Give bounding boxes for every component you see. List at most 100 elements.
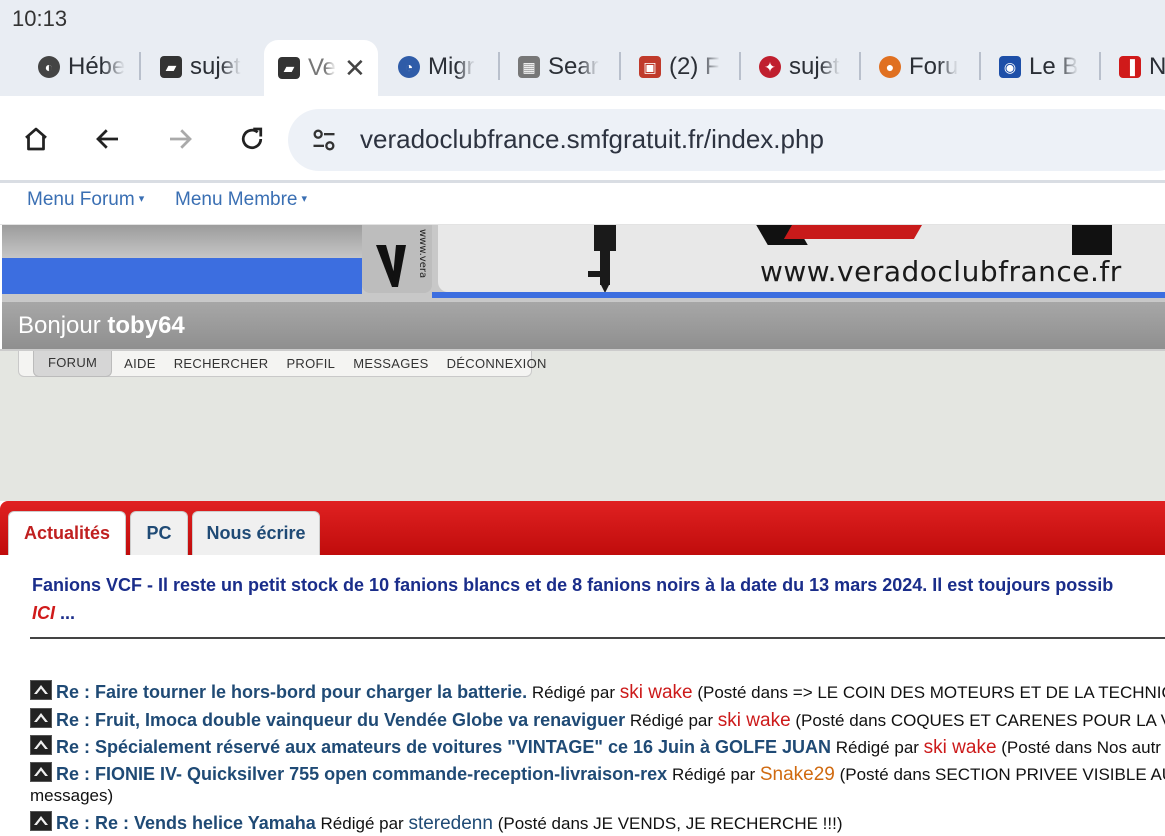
tab-pc[interactable]: PC — [130, 511, 188, 555]
status-bar: 10:13 — [0, 0, 1165, 38]
browser-tab[interactable]: ◐ Hébe — [38, 46, 128, 88]
forum-nav: FORUM AIDE RECHERCHER PROFIL MESSAGES DÉ… — [18, 350, 546, 377]
nav-rechercher[interactable]: RECHERCHER — [174, 356, 269, 371]
outboard-motor-icon — [588, 225, 616, 293]
tab-title: sujet — [789, 53, 840, 80]
browser-tab[interactable]: ▐ N — [1119, 46, 1165, 88]
browser-tab[interactable]: ▦ Sear — [518, 46, 612, 88]
home-icon — [25, 127, 47, 151]
tab-separator — [859, 52, 861, 80]
tab-title: Hébe — [68, 53, 126, 80]
recent-post: Re : Re : Vends helice Yamaha Rédigé par… — [30, 811, 843, 835]
post-title-link[interactable]: Re : Re : Vends helice Yamaha — [56, 813, 316, 833]
banner-website-text: www.veradoclubfrance.fr — [760, 255, 1122, 288]
post-location: (Posté dans Nos autr — [1001, 738, 1161, 757]
vcf-logo: www.vera — [362, 225, 432, 293]
tab-title: N — [1149, 53, 1165, 80]
site-settings-icon[interactable] — [310, 126, 338, 154]
post-by: Rédigé par — [835, 738, 919, 757]
forward-button[interactable] — [159, 118, 201, 160]
greeting-bar: Bonjour toby64 — [2, 301, 1165, 349]
recent-post: Re : Fruit, Imoca double vainqueur du Ve… — [30, 708, 1165, 732]
nav-profil[interactable]: PROFIL — [286, 356, 335, 371]
vcf-logo-icon: ▰ — [160, 56, 182, 78]
forum-menu-bar: Menu Forum ▾ Menu Membre ▾ — [0, 183, 1165, 225]
browser-tab-active[interactable]: ▰ Ve ✕ — [264, 40, 378, 96]
club-icon: ◉ — [999, 56, 1021, 78]
recent-post: Re : Spécialement réservé aux amateurs d… — [30, 735, 1161, 759]
tab-title: sujet — [190, 53, 241, 80]
content-panel: Fanions VCF - Il reste un petit stock de… — [0, 555, 1165, 836]
browser-tab[interactable]: ● Foru — [879, 46, 971, 88]
post-author-link[interactable]: ski wake — [924, 737, 997, 758]
reload-button[interactable] — [231, 118, 273, 160]
tab-title: Ve — [308, 54, 337, 81]
tab-separator — [139, 52, 141, 80]
post-title-link[interactable]: Re : FIONIE IV- Quicksilver 755 open com… — [56, 764, 667, 784]
menu-forum[interactable]: Menu Forum ▾ — [27, 189, 144, 211]
red-logo-icon: ✦ — [759, 56, 781, 78]
url-text[interactable]: veradoclubfrance.smfgratuit.fr/index.php — [360, 124, 824, 155]
address-bar[interactable]: veradoclubfrance.smfgratuit.fr/index.php — [288, 109, 1165, 171]
tab-actualites[interactable]: Actualités — [8, 511, 126, 555]
chevron-down-icon: ▾ — [301, 193, 308, 205]
forum-orange-icon: ● — [879, 56, 901, 78]
post-location: (Posté dans => LE COIN DES MOTEURS ET DE… — [697, 683, 1165, 702]
banner-blue-strip — [2, 258, 362, 294]
menu-forum-label: Menu Forum — [27, 189, 135, 210]
tab-nous-ecrire[interactable]: Nous écrire — [192, 511, 320, 555]
recent-post: Re : FIONIE IV- Quicksilver 755 open com… — [30, 762, 1165, 786]
news-ellipsis: ... — [55, 603, 76, 623]
tab-separator — [979, 52, 981, 80]
menu-membre[interactable]: Menu Membre ▾ — [175, 189, 307, 211]
separator-line — [30, 637, 1165, 639]
migrate-icon: ◔ — [398, 56, 420, 78]
browser-toolbar: veradoclubfrance.smfgratuit.fr/index.php — [0, 96, 1165, 182]
news-link[interactable]: ICI — [32, 603, 55, 623]
post-author-link[interactable]: ski wake — [718, 710, 791, 731]
nav-deconnexion[interactable]: DÉCONNEXION — [447, 356, 547, 371]
search-tool-icon: ▦ — [518, 56, 540, 78]
post-by: Rédigé par — [629, 711, 714, 730]
banner-blue-bar — [432, 292, 1165, 298]
post-location: (Posté dans SECTION PRIVEE VISIBLE AU — [839, 765, 1165, 784]
forum-body-area: FORUM AIDE RECHERCHER PROFIL MESSAGES DÉ… — [0, 350, 1165, 501]
greeting-prefix: Bonjour — [18, 312, 101, 339]
post-title-link[interactable]: Re : Faire tourner le hors-bord pour cha… — [56, 682, 527, 702]
post-author-link[interactable]: steredenn — [408, 813, 493, 834]
browser-tab[interactable]: ▰ sujet — [160, 46, 250, 88]
post-author-link[interactable]: ski wake — [620, 682, 693, 703]
browser-tab[interactable]: ◉ Le B — [999, 46, 1091, 88]
back-button[interactable] — [87, 118, 129, 160]
content-tab-bar: Actualités PC Nous écrire — [0, 501, 1165, 555]
tab-title: Le B — [1029, 53, 1079, 80]
reload-icon — [241, 127, 263, 150]
greeting-username: toby64 — [107, 312, 185, 339]
post-title-link[interactable]: Re : Fruit, Imoca double vainqueur du Ve… — [56, 710, 625, 730]
post-by: Rédigé par — [671, 765, 756, 784]
tab-title: Migr — [428, 53, 475, 80]
chevron-down-icon: ▾ — [138, 193, 145, 205]
browser-tab[interactable]: ▣ (2) F — [639, 46, 733, 88]
logo-side-text: www.vera — [417, 229, 428, 278]
banner-logo-red-shape — [783, 225, 931, 239]
nav-messages[interactable]: MESSAGES — [353, 356, 428, 371]
nav-aide[interactable]: AIDE — [124, 356, 156, 371]
post-title-link[interactable]: Re : Spécialement réservé aux amateurs d… — [56, 737, 831, 757]
browser-tab[interactable]: ✦ sujet — [759, 46, 851, 88]
post-author-link[interactable]: Snake29 — [760, 764, 835, 785]
menu-membre-label: Menu Membre — [175, 189, 298, 210]
post-by: Rédigé par — [531, 683, 615, 702]
vcf-logo-icon: www.vera — [376, 229, 428, 287]
post-icon — [30, 680, 52, 700]
close-icon[interactable]: ✕ — [344, 53, 366, 84]
home-button[interactable] — [15, 118, 57, 160]
forum-icon: ▣ — [639, 56, 661, 78]
browser-tab[interactable]: ◔ Migr — [398, 46, 492, 88]
nav-forum[interactable]: FORUM — [33, 350, 113, 377]
vcf-logo-icon: ▰ — [278, 57, 300, 79]
tab-title: (2) F — [669, 53, 720, 80]
back-arrow-icon — [96, 129, 118, 149]
news-announcement: Fanions VCF - Il reste un petit stock de… — [32, 575, 1114, 595]
tab-separator — [619, 52, 621, 80]
